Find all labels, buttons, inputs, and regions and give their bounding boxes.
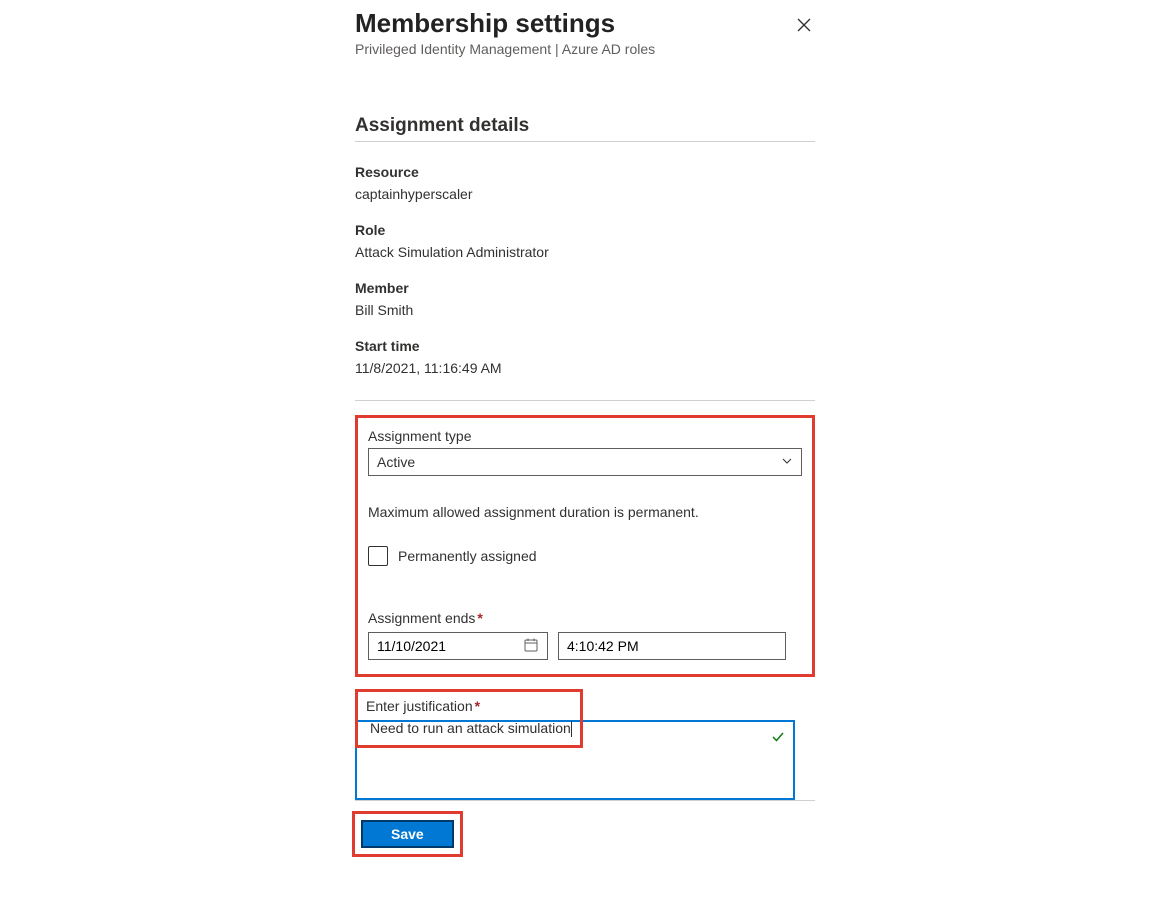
- footer-divider: [355, 800, 815, 801]
- start-time-label: Start time: [355, 338, 815, 354]
- highlight-save-box: Save: [352, 811, 463, 857]
- highlight-justification-label-box: Enter justification* Need to run an atta…: [355, 689, 583, 748]
- highlight-assignment-box: Assignment type Active Maximum allowed a…: [355, 415, 815, 677]
- assignment-end-time-field[interactable]: [558, 632, 786, 660]
- close-icon: [797, 19, 811, 36]
- text-cursor: [571, 721, 572, 737]
- membership-settings-panel: Membership settings Privileged Identity …: [355, 8, 815, 857]
- calendar-icon: [523, 637, 539, 656]
- required-star: *: [477, 610, 482, 626]
- assignment-ends-label: Assignment ends*: [368, 610, 802, 626]
- close-button[interactable]: [793, 14, 815, 41]
- section-underline: [355, 141, 815, 142]
- member-value: Bill Smith: [355, 302, 815, 318]
- role-label: Role: [355, 222, 815, 238]
- assignment-type-select[interactable]: Active: [368, 448, 802, 476]
- chevron-down-icon: [781, 454, 793, 470]
- resource-value: captainhyperscaler: [355, 186, 815, 202]
- assignment-type-value: Active: [377, 454, 415, 470]
- permanently-assigned-label: Permanently assigned: [398, 548, 537, 564]
- assignment-end-date-field[interactable]: [368, 632, 548, 660]
- assignment-end-time-input[interactable]: [567, 638, 777, 654]
- resource-label: Resource: [355, 164, 815, 180]
- panel-header: Membership settings Privileged Identity …: [355, 8, 815, 57]
- required-star-2: *: [475, 698, 480, 714]
- section-heading: Assignment details: [355, 115, 815, 137]
- start-time-value: 11/8/2021, 11:16:49 AM: [355, 360, 815, 376]
- panel-title: Membership settings: [355, 8, 655, 39]
- panel-subtitle: Privileged Identity Management | Azure A…: [355, 41, 655, 57]
- assignment-end-date-input[interactable]: [377, 638, 523, 654]
- assignment-type-label: Assignment type: [368, 428, 802, 444]
- justification-preview-text: Need to run an attack simulation: [370, 720, 571, 736]
- permanently-assigned-checkbox[interactable]: [368, 546, 388, 566]
- divider: [355, 400, 815, 401]
- member-label: Member: [355, 280, 815, 296]
- role-value: Attack Simulation Administrator: [355, 244, 815, 260]
- save-button[interactable]: Save: [361, 820, 454, 848]
- check-icon: [771, 730, 785, 749]
- duration-note: Maximum allowed assignment duration is p…: [368, 504, 802, 520]
- justification-label: Enter justification*: [366, 698, 572, 714]
